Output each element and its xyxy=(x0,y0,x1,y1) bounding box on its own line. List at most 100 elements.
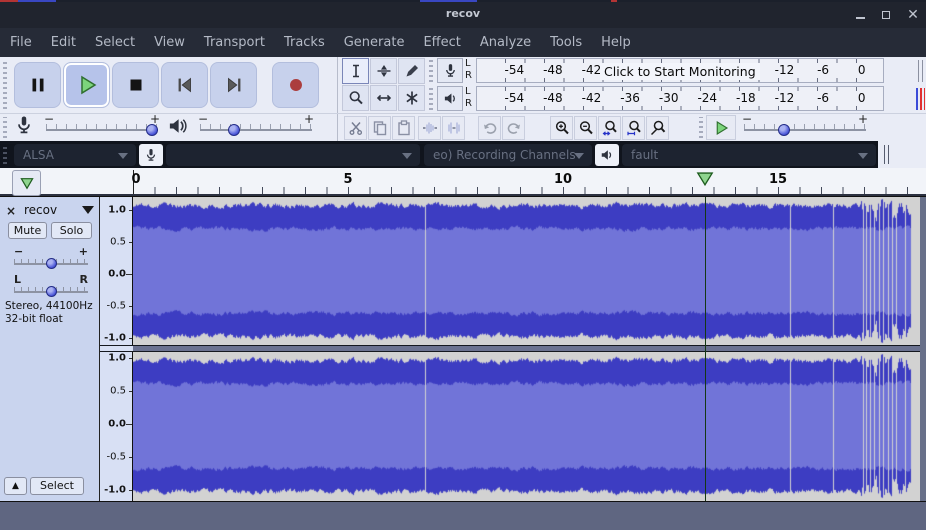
minimize-button[interactable] xyxy=(854,8,868,22)
meter-play-grip[interactable] xyxy=(429,88,433,110)
audacity-window: recov ✕ File Edit Select View Transport … xyxy=(0,0,926,530)
device-toolbar-grip[interactable] xyxy=(3,145,7,164)
selection-tool-button[interactable] xyxy=(342,58,369,84)
track-collapse-button[interactable]: ▲ xyxy=(4,477,27,495)
speed-track xyxy=(744,129,866,131)
close-button[interactable]: ✕ xyxy=(906,8,920,22)
pause-button[interactable] xyxy=(14,62,61,108)
zoom-toggle-button[interactable] xyxy=(646,116,669,140)
playback-meter[interactable]: -54-48 -42-36 -30-24 -18-12 -60 xyxy=(476,86,884,111)
multi-tool-button[interactable] xyxy=(398,85,425,111)
playback-speed-slider[interactable]: − + xyxy=(742,115,868,137)
playback-volume-slider[interactable]: − + xyxy=(198,115,314,137)
stop-button[interactable] xyxy=(112,62,159,108)
play-speed-grip[interactable] xyxy=(699,117,703,138)
record-meter-mic-button[interactable] xyxy=(437,58,463,83)
vruler-label: -1.0 xyxy=(104,485,126,496)
maximize-button[interactable] xyxy=(880,8,894,22)
zoom-out-button[interactable] xyxy=(574,116,597,140)
speed-thumb[interactable] xyxy=(778,124,790,136)
audio-host-dropdown[interactable]: ALSA xyxy=(14,144,136,166)
recording-device-dropdown[interactable] xyxy=(166,144,420,166)
zoom-in-icon xyxy=(554,120,570,136)
menu-analyze[interactable]: Analyze xyxy=(480,35,531,50)
waveform-channel-right[interactable] xyxy=(133,352,920,500)
play-meter-channel-labels: L R xyxy=(465,86,475,110)
menu-effect[interactable]: Effect xyxy=(423,35,460,50)
trim-audio-button[interactable] xyxy=(418,116,441,140)
paste-button[interactable] xyxy=(392,116,415,140)
menu-generate[interactable]: Generate xyxy=(344,35,405,50)
pan-left-label: L xyxy=(14,273,21,286)
mixer-toolbar-grip[interactable] xyxy=(3,117,7,138)
play-volume-thumb[interactable] xyxy=(228,124,240,136)
draw-tool-button[interactable] xyxy=(398,58,425,84)
envelope-tool-button[interactable] xyxy=(370,58,397,84)
menu-file[interactable]: File xyxy=(10,35,32,50)
cut-button[interactable] xyxy=(344,116,367,140)
playback-device-dropdown[interactable]: fault xyxy=(622,144,876,166)
gain-slider[interactable]: − + xyxy=(12,249,90,269)
recording-volume-slider[interactable]: − + xyxy=(44,115,160,137)
redo-button[interactable] xyxy=(502,116,525,140)
menu-edit[interactable]: Edit xyxy=(51,35,76,50)
zoom-toggle-icon xyxy=(650,120,666,136)
menu-view[interactable]: View xyxy=(154,35,185,50)
copy-icon xyxy=(372,120,388,136)
channels-chevron-down-icon xyxy=(574,153,584,159)
silence-audio-button[interactable] xyxy=(442,116,465,140)
skip-to-start-button[interactable] xyxy=(161,62,208,108)
timeline-label-10: 10 xyxy=(554,172,572,187)
zoom-in-button[interactable] xyxy=(550,116,573,140)
zoom-to-selection-button[interactable] xyxy=(598,116,621,140)
channel-divider[interactable] xyxy=(133,345,920,352)
vruler-label: -1.0 xyxy=(104,333,126,344)
track-name-dropdown[interactable]: recov xyxy=(24,203,57,217)
draw-tool-icon xyxy=(404,63,420,79)
solo-button[interactable]: Solo xyxy=(51,222,92,239)
mute-button[interactable]: Mute xyxy=(8,222,47,239)
meter-record-grip[interactable] xyxy=(429,60,433,82)
record-icon xyxy=(285,74,307,96)
zoom-tool-button[interactable] xyxy=(342,85,369,111)
monitoring-overlay[interactable]: Click to Start Monitoring xyxy=(600,63,760,80)
record-volume-thumb[interactable] xyxy=(146,124,158,136)
waveform-channel-left[interactable] xyxy=(133,197,920,345)
pan-thumb[interactable] xyxy=(46,286,57,297)
play-meter-right-label: R xyxy=(465,98,475,110)
menu-help[interactable]: Help xyxy=(601,35,631,50)
gain-thumb[interactable] xyxy=(46,258,57,269)
vruler-label: 0.5 xyxy=(110,386,126,397)
transport-toolbar-grip[interactable] xyxy=(3,61,7,109)
record-button[interactable] xyxy=(272,62,319,108)
title-bar[interactable]: recov ✕ xyxy=(0,2,926,28)
menu-tools[interactable]: Tools xyxy=(550,35,582,50)
record-meter-channel-labels: L R xyxy=(465,58,475,82)
menu-transport[interactable]: Transport xyxy=(204,35,265,50)
menu-select[interactable]: Select xyxy=(95,35,135,50)
track-close-button[interactable]: × xyxy=(6,204,16,218)
fit-project-button[interactable] xyxy=(622,116,645,140)
vruler-label: 1.0 xyxy=(108,353,126,364)
vertical-scrollbar[interactable] xyxy=(920,197,926,501)
track-control-panel[interactable]: × recov Mute Solo − + L R Stereo, 44100H… xyxy=(0,197,100,501)
play-at-speed-icon xyxy=(712,119,730,137)
copy-button[interactable] xyxy=(368,116,391,140)
time-shift-tool-button[interactable] xyxy=(370,85,397,111)
menu-tracks[interactable]: Tracks xyxy=(284,35,325,50)
play-meter-speaker-button[interactable] xyxy=(437,86,463,111)
track-menu-chevron-down-icon[interactable] xyxy=(82,206,94,214)
gain-plus: + xyxy=(79,245,88,258)
pan-slider[interactable]: L R xyxy=(12,277,90,297)
play-button[interactable] xyxy=(63,62,110,108)
undo-button[interactable] xyxy=(478,116,501,140)
mixer-mic-icon xyxy=(14,115,34,135)
track-select-button[interactable]: Select xyxy=(30,477,84,495)
skip-to-end-button[interactable] xyxy=(210,62,257,108)
play-at-speed-button[interactable] xyxy=(706,115,736,140)
timeline-pin-button[interactable] xyxy=(12,170,41,196)
recording-channels-dropdown[interactable]: eo) Recording Channels xyxy=(424,144,592,166)
close-icon: ✕ xyxy=(907,7,919,23)
playhead-triangle[interactable] xyxy=(696,171,714,186)
track-close-icon: × xyxy=(6,204,16,218)
